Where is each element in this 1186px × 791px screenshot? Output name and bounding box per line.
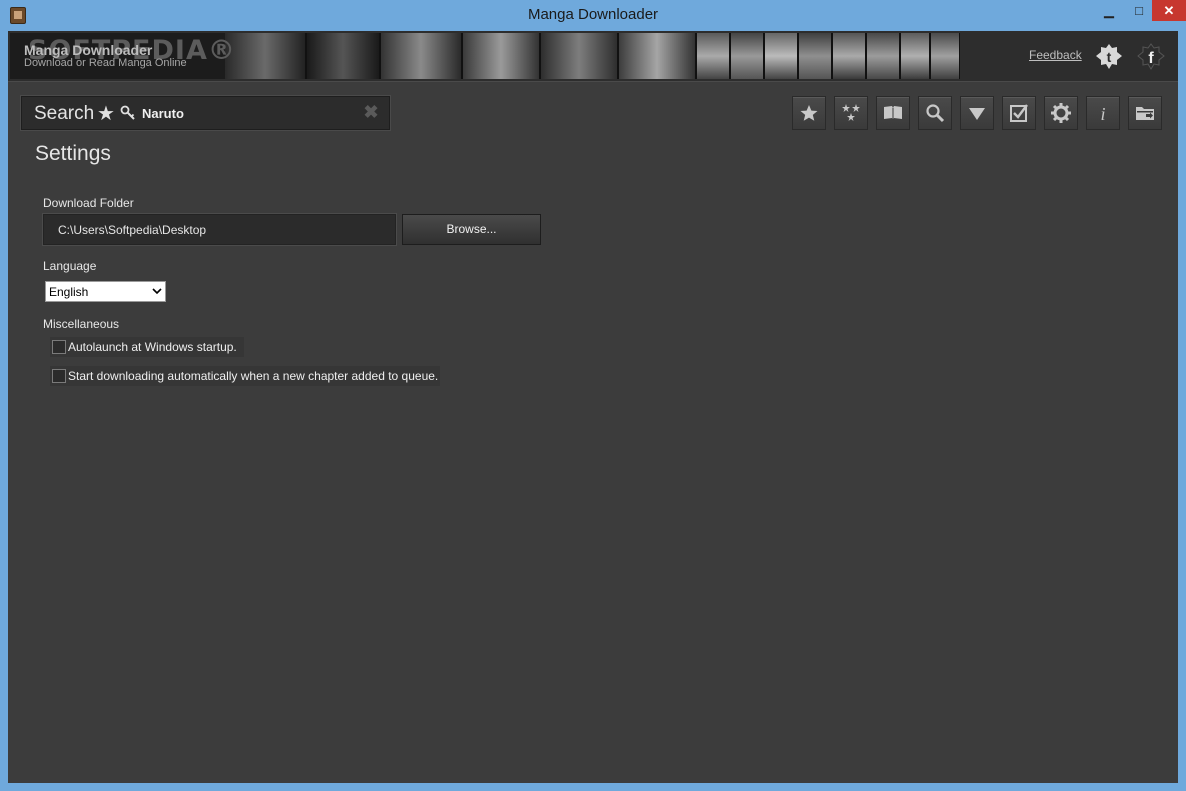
search-button[interactable] xyxy=(918,96,952,130)
autolaunch-option[interactable]: Autolaunch at Windows startup. xyxy=(50,337,244,357)
manga-panel-image xyxy=(799,33,833,79)
svg-text:i: i xyxy=(1100,104,1105,123)
manga-panel-image xyxy=(867,33,901,79)
facebook-icon[interactable]: f xyxy=(1136,42,1166,72)
open-folder-button[interactable] xyxy=(1128,96,1162,130)
manga-panel-image xyxy=(463,33,541,79)
autodownload-option[interactable]: Start downloading automatically when a n… xyxy=(50,366,440,386)
search-label: Search xyxy=(34,103,95,124)
search-icon xyxy=(926,104,945,123)
language-label: Language xyxy=(43,259,97,273)
book-icon xyxy=(884,106,902,120)
app-client-area: SOFTPEDIA® Manga Downloader Download or … xyxy=(8,31,1178,783)
svg-text:f: f xyxy=(1148,50,1154,67)
autodownload-label: Start downloading automatically when a n… xyxy=(68,369,439,383)
manga-banner-art: SOFTPEDIA® Manga Downloader Download or … xyxy=(10,33,960,79)
gear-icon xyxy=(1051,103,1071,123)
info-icon: i xyxy=(1100,104,1105,123)
miscellaneous-label: Miscellaneous xyxy=(43,317,120,331)
queue-button[interactable] xyxy=(1002,96,1036,130)
maximize-button[interactable]: □ xyxy=(1126,0,1152,21)
reader-button[interactable] xyxy=(876,96,910,130)
manga-panel-image xyxy=(833,33,867,79)
minimize-button[interactable]: ▁ xyxy=(1092,0,1126,21)
download-arrow-icon xyxy=(969,108,985,120)
manga-panel-image xyxy=(541,33,619,79)
downloads-button[interactable] xyxy=(960,96,994,130)
app-window: Manga Downloader ▁ □ ✕ SOFTPEDIA® Manga … xyxy=(0,0,1186,791)
manga-panel-image xyxy=(697,33,731,79)
language-select[interactable]: English xyxy=(45,281,166,302)
title-bar: Manga Downloader ▁ □ ✕ xyxy=(0,0,1186,30)
manga-panel-image xyxy=(901,33,931,79)
key-icon xyxy=(120,105,135,120)
star-icon xyxy=(800,105,818,121)
star-icon[interactable]: ★ xyxy=(97,101,115,126)
language-selected-value: English xyxy=(49,285,89,299)
window-title: Manga Downloader xyxy=(527,6,659,23)
twitter-icon[interactable]: t xyxy=(1094,42,1124,72)
search-bar[interactable]: Search ★ Naruto ✖ xyxy=(21,96,390,130)
manga-panel-image xyxy=(731,33,765,79)
brand-title: Manga Downloader xyxy=(24,42,153,58)
manga-panel-image xyxy=(765,33,799,79)
chevron-down-icon xyxy=(152,288,162,295)
close-button[interactable]: ✕ xyxy=(1152,0,1186,21)
feedback-link[interactable]: Feedback xyxy=(1029,48,1082,62)
favorites-button[interactable] xyxy=(792,96,826,130)
manga-panel-image xyxy=(619,33,697,79)
folder-icon xyxy=(1136,107,1154,120)
manga-panel-image xyxy=(307,33,381,79)
autolaunch-label: Autolaunch at Windows startup. xyxy=(68,340,237,354)
checklist-icon xyxy=(1010,104,1028,122)
search-input[interactable]: Naruto xyxy=(142,106,184,121)
autolaunch-checkbox[interactable] xyxy=(52,340,66,354)
about-button[interactable]: i xyxy=(1086,96,1120,130)
download-folder-value: C:\Users\Softpedia\Desktop xyxy=(58,223,207,237)
page-title: Settings xyxy=(35,142,111,165)
manga-panel-image xyxy=(225,33,307,79)
stars-icon xyxy=(842,104,860,121)
clear-search-icon[interactable]: ✖ xyxy=(362,103,380,121)
brand-subtitle: Download or Read Manga Online xyxy=(24,57,187,69)
download-folder-label: Download Folder xyxy=(43,196,134,210)
settings-button[interactable] xyxy=(1044,96,1078,130)
popular-button[interactable] xyxy=(834,96,868,130)
svg-text:t: t xyxy=(1107,49,1112,65)
manga-panel-image xyxy=(381,33,463,79)
download-folder-field[interactable]: C:\Users\Softpedia\Desktop xyxy=(43,214,396,245)
autodownload-checkbox[interactable] xyxy=(52,369,66,383)
header-banner: SOFTPEDIA® Manga Downloader Download or … xyxy=(8,31,1178,82)
browse-button[interactable]: Browse... xyxy=(402,214,541,245)
manga-panel-image xyxy=(931,33,960,79)
